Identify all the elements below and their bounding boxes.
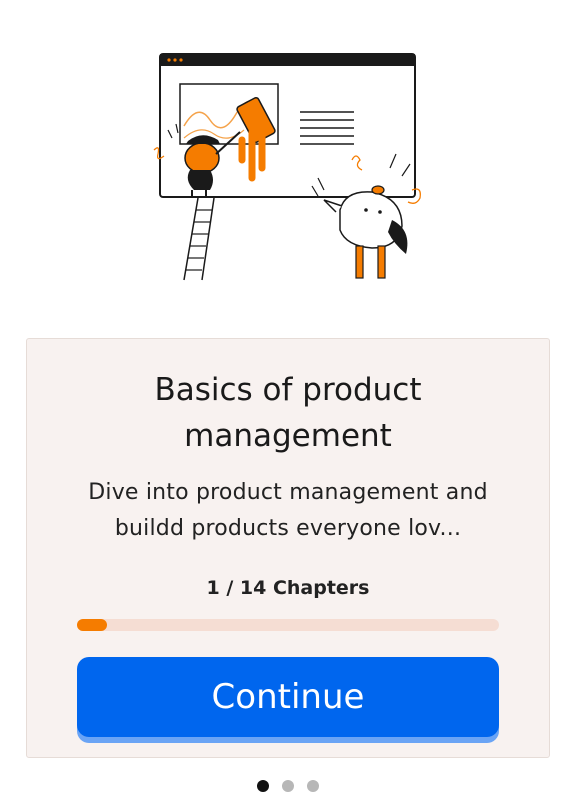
- pagination-dot[interactable]: [307, 780, 319, 792]
- chapters-progress-text: 1 / 14 Chapters: [206, 577, 370, 599]
- course-card: Basics of product management Dive into p…: [26, 338, 550, 758]
- progress-bar-fill: [77, 619, 107, 631]
- continue-button[interactable]: Continue: [77, 657, 499, 737]
- course-illustration: [153, 53, 421, 281]
- course-onboarding-screen: Basics of product management Dive into p…: [0, 0, 576, 806]
- course-description: Dive into product management and buildd …: [88, 480, 488, 541]
- progress-bar: [77, 619, 499, 631]
- pagination-dot[interactable]: [257, 780, 269, 792]
- pagination-dot[interactable]: [282, 780, 294, 792]
- course-title: Basics of product management: [154, 372, 422, 454]
- carousel-pagination: [0, 780, 576, 792]
